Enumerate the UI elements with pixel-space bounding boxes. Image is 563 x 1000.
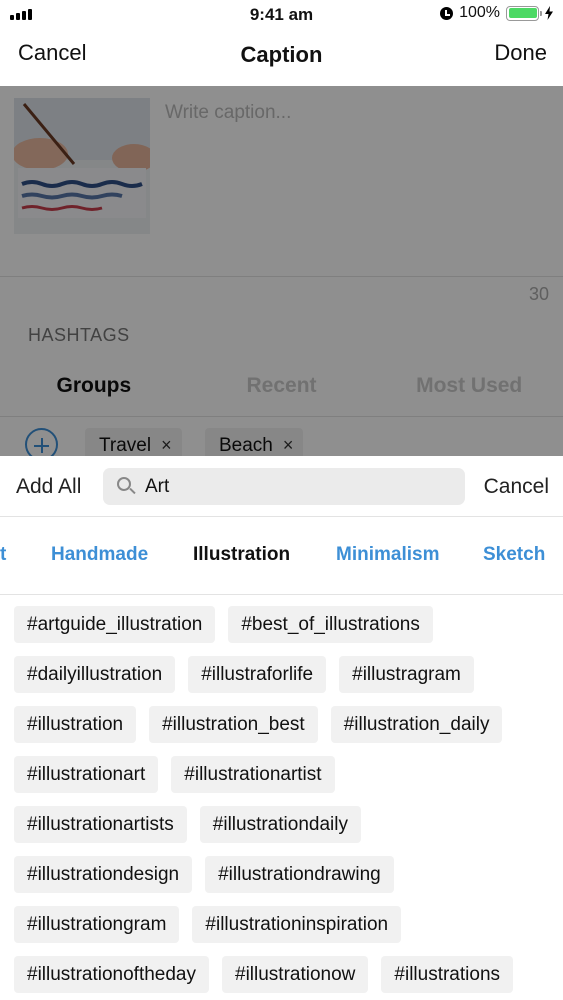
hashtag-list: #artguide_illustration #best_of_illustra… <box>14 606 554 1000</box>
hashtag-row: #illustrationdesign #illustrationdrawing <box>14 856 554 893</box>
hashtag-row: #illustrationoftheday #illustrationow #i… <box>14 956 554 993</box>
hashtag-search-sheet: Add All Art Cancel t Handmade Illustrati… <box>0 456 563 1000</box>
hashtag-chip[interactable]: #illustrationgram <box>14 906 180 943</box>
hashtag-row: #artguide_illustration #best_of_illustra… <box>14 606 554 643</box>
hashtag-chip[interactable]: #illustrationartists <box>14 806 187 843</box>
hashtag-chip[interactable]: #illustraforlife <box>188 656 327 693</box>
hashtag-chip[interactable]: #illustration_best <box>149 706 318 743</box>
battery-percent: 100% <box>459 4 500 21</box>
search-input[interactable]: Art <box>103 468 465 505</box>
hashtag-chip[interactable]: #illustration_daily <box>330 706 503 743</box>
hashtag-chip[interactable]: #illustration <box>14 706 137 743</box>
hashtag-chip[interactable]: #illustrationdrawing <box>205 856 394 893</box>
add-all-button[interactable]: Add All <box>16 475 81 499</box>
hashtag-chip[interactable]: #dailyillustration <box>14 656 176 693</box>
category-tab[interactable]: t <box>0 544 6 566</box>
hashtag-row: #illustrationgram #illustrationinspirati… <box>14 906 554 943</box>
page-title: Caption <box>240 42 323 67</box>
category-tab[interactable]: Minimalism <box>336 544 439 566</box>
hashtag-row: #illustrationartists #illustrationdaily <box>14 806 554 843</box>
category-tab[interactable]: Sketch <box>483 544 545 566</box>
search-row: Add All Art Cancel <box>0 456 563 516</box>
dim-overlay[interactable] <box>0 86 563 456</box>
hashtag-chip[interactable]: #artguide_illustration <box>14 606 216 643</box>
hashtag-chip[interactable]: #illustrationdesign <box>14 856 193 893</box>
hashtag-chip[interactable]: #illustrationoftheday <box>14 956 209 993</box>
hashtag-chip[interactable]: #illustrations <box>381 956 514 993</box>
charging-bolt-icon <box>545 6 553 20</box>
hashtag-chip[interactable]: #illustrationdaily <box>199 806 361 843</box>
search-icon <box>117 477 131 491</box>
search-cancel-button[interactable]: Cancel <box>484 475 549 499</box>
hashtag-row: #illustration #illustration_best #illust… <box>14 706 554 743</box>
alarm-icon <box>440 6 454 20</box>
hashtag-chip[interactable]: #illustrationartist <box>171 756 335 793</box>
navigation-bar: Cancel Caption Done <box>0 30 563 86</box>
hashtag-chip[interactable]: #best_of_illustrations <box>228 606 433 643</box>
hashtag-chip[interactable]: #illustragram <box>339 656 474 693</box>
category-tab[interactable]: Handmade <box>51 544 148 566</box>
hashtag-row: #illustrationart #illustrationartist <box>14 756 554 793</box>
done-button[interactable]: Done <box>494 40 547 66</box>
hashtag-chip[interactable]: #illustrationow <box>222 956 369 993</box>
hashtag-chip[interactable]: #illustrationinspiration <box>192 906 402 943</box>
category-tab[interactable]: Illustration <box>193 544 290 566</box>
hashtag-chip[interactable]: #illustrationart <box>14 756 159 793</box>
category-scroller[interactable]: t Handmade Illustration Minimalism Sketc… <box>0 517 563 589</box>
divider <box>0 594 563 595</box>
battery-icon <box>506 5 542 21</box>
search-query: Art <box>145 476 170 497</box>
hashtag-row: #dailyillustration #illustraforlife #ill… <box>14 656 554 693</box>
status-bar: 9:41 am 100% <box>0 0 563 30</box>
